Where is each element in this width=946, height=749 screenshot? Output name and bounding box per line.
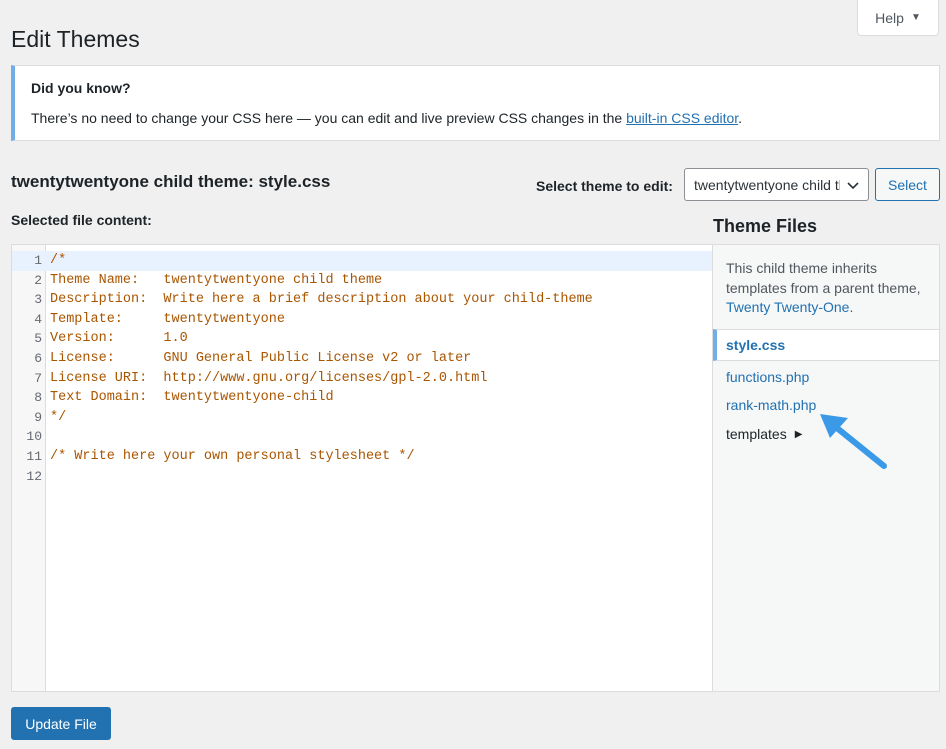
- did-you-know-notice: Did you know? There’s no need to change …: [11, 65, 940, 141]
- code-text: Text Domain: twentytwentyone-child: [50, 390, 334, 406]
- code-text: /* Write here your own personal styleshe…: [50, 448, 415, 464]
- code-text: Theme Name: twentytwentyone child theme: [50, 272, 383, 288]
- code-line: 3 Description: Write here a brief descrip…: [12, 290, 712, 310]
- code-line: 7 License URI: http://www.gnu.org/license…: [12, 369, 712, 389]
- caret-right-icon: ▶: [794, 428, 803, 440]
- code-line: 8 Text Domain: twentytwentyone-child: [12, 388, 712, 408]
- line-number: 4: [34, 311, 42, 327]
- help-tab-button[interactable]: Help ▼: [857, 0, 939, 36]
- code-line: 2 Theme Name: twentytwentyone child theme: [12, 271, 712, 291]
- page-title: Edit Themes: [11, 26, 140, 52]
- selected-file-content-label: Selected file content:: [11, 212, 152, 228]
- code-line: 6 License: GNU General Public License v2 …: [12, 349, 712, 369]
- code-text: License: GNU General Public License v2 o…: [50, 350, 472, 366]
- code-line: 5 Version: 1.0: [12, 329, 712, 349]
- arrow-pointer-icon: [820, 414, 887, 469]
- inherit-note-period: .: [849, 299, 854, 315]
- code-line: 9 */: [12, 408, 712, 428]
- code-line: 4 Template: twentytwentyone: [12, 310, 712, 330]
- line-number: 11: [26, 448, 42, 464]
- line-number: 5: [34, 331, 42, 347]
- line-number: 8: [34, 390, 42, 406]
- line-number: 2: [34, 272, 42, 288]
- select-theme-button[interactable]: Select: [875, 168, 940, 201]
- parent-theme-link[interactable]: Twenty Twenty-One: [726, 299, 849, 315]
- line-number: 10: [26, 429, 42, 445]
- update-file-button[interactable]: Update File: [11, 707, 111, 740]
- notice-title: Did you know?: [31, 80, 131, 96]
- line-number: 12: [26, 468, 42, 484]
- code-line: 11 /* Write here your own personal styles…: [12, 447, 712, 467]
- file-item-style-css[interactable]: style.css: [713, 329, 940, 361]
- code-editor[interactable]: 1 /* 2 Theme Name: twentytwentyone child th…: [11, 244, 713, 692]
- code-text: Template: twentytwentyone: [50, 311, 285, 327]
- code-line: 12: [12, 467, 712, 487]
- code-text: Version: 1.0: [50, 331, 188, 347]
- folder-templates[interactable]: templates ▶: [726, 426, 802, 442]
- notice-body: There’s no need to change your CSS here …: [31, 110, 623, 126]
- code-text: /*: [50, 253, 67, 268]
- file-heading: twentytwentyone child theme: style.css: [11, 172, 331, 191]
- code-text: */: [50, 409, 67, 425]
- css-editor-link[interactable]: built-in CSS editor: [626, 110, 738, 126]
- caret-down-icon: ▼: [910, 12, 921, 23]
- theme-select[interactable]: twentytwentyone child theme: [684, 168, 869, 201]
- chevron-down-icon: [847, 182, 859, 190]
- inherit-note-text: This child theme inherits templates from…: [726, 260, 921, 296]
- notice-period: .: [738, 110, 743, 126]
- code-line: 10: [12, 427, 712, 447]
- code-lines: 1 /* 2 Theme Name: twentytwentyone child th…: [12, 251, 712, 486]
- line-number: 3: [34, 292, 42, 308]
- inherit-note: This child theme inherits templates from…: [726, 259, 931, 318]
- select-theme-label: Select theme to edit:: [536, 178, 673, 194]
- theme-files-title: Theme Files: [713, 216, 818, 236]
- code-line: 1 /*: [12, 251, 712, 271]
- folder-templates-label: templates: [726, 426, 787, 442]
- line-number: 1: [34, 253, 42, 268]
- line-number: 7: [34, 370, 42, 386]
- line-number: 6: [34, 350, 42, 366]
- line-number: 9: [34, 409, 42, 425]
- code-text: Description: Write here a brief descript…: [50, 292, 593, 308]
- notice-text: There’s no need to change your CSS here …: [31, 110, 939, 126]
- theme-select-value: twentytwentyone child theme: [694, 176, 840, 193]
- code-text: License URI: http://www.gnu.org/licenses…: [50, 370, 488, 386]
- help-tab-label: Help: [875, 9, 904, 26]
